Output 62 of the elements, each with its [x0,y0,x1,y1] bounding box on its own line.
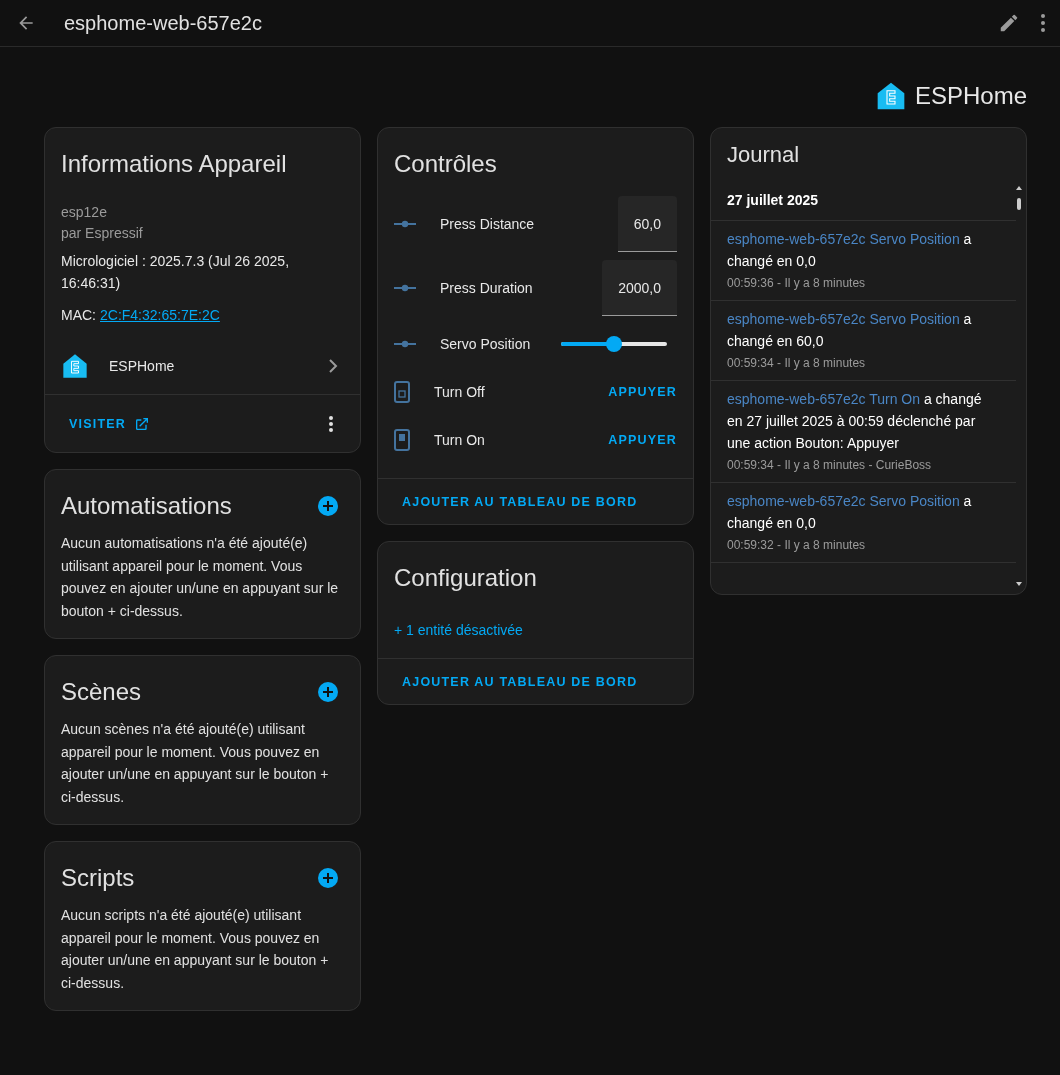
integration-logo-icon [61,352,89,380]
entry-text: esphome-web-657e2c Servo Position a changé en 0,0 [727,492,973,533]
entry-text: esphome-web-657e2c Servo Position a changé en 60,0 [727,310,973,351]
chevron-right-icon [328,359,338,373]
card-title: Journal [726,141,801,168]
card-title: Contrôles [393,149,498,178]
entry-text: esphome-web-657e2c Servo Position a changé en 0,0 [727,230,973,271]
model-text: esp12e [61,203,108,222]
add-to-dashboard-button[interactable]: AJOUTER AU TABLEAU DE BORD [394,668,646,695]
add-button[interactable] [318,868,338,888]
entry-text: esphome-web-657e2c Turn On a changé en 27 juillet 2025 à 00:59 déclenché par une action Bouton: Appuyer [727,390,983,453]
slider-track[interactable] [561,336,667,352]
card-title: Scripts [61,864,135,892]
mac-label: MAC: [61,306,96,325]
visit-button[interactable]: VISITER [61,409,159,438]
empty-message: Aucun scripts n'a été ajouté(e) utilisant appareil pour le moment. Vous pouvez en ajouter un/une en appuyant sur le bouton + ci-dessus. [60,906,330,993]
number-field[interactable]: 2000,0 [602,260,677,316]
entry-time: 00:59:34 - Il y a 8 minutes - CurieBoss [727,457,933,474]
entity-name: Turn On [434,432,486,448]
pencil-icon [998,12,1020,34]
entity-name: Press Distance [440,216,536,232]
add-to-dashboard-button[interactable]: AJOUTER AU TABLEAU DE BORD [394,488,646,515]
empty-message: Aucun automatisations n'a été ajouté(e) utilisant appareil pour le moment. Vous pouvez en ajouter un/une en appuyant sur le bouton + ci-dessus. [60,534,340,621]
plus-icon [318,682,338,702]
wall-switch-icon [394,381,410,403]
brand-name: ESPHome [914,82,1027,110]
press-button[interactable]: APPUYER [608,379,677,405]
page-title: esphome-web-657e2c [64,11,263,35]
slider-thumb[interactable] [606,336,622,352]
plus-icon [318,868,338,888]
wall-switch-icon [394,429,410,451]
add-button[interactable] [318,496,338,516]
external-link-icon [134,415,151,432]
card-title: Automatisations [61,492,232,520]
integration-item[interactable]: ESPHome [45,338,360,394]
entity-link[interactable]: esphome-web-657e2c Servo Position [727,231,960,247]
date-heading: 27 juillet 2025 [711,186,1016,221]
entity-name: Turn Off [434,384,486,400]
entity-name: Servo Position [440,336,532,352]
card-title: Informations Appareil [60,149,288,178]
slider-icon [394,340,416,348]
add-button[interactable] [318,682,338,702]
entry-time: 00:59:36 - Il y a 8 minutes [727,275,867,292]
card-title: Scènes [61,678,142,706]
manufacturer-text: par Espressif [61,224,144,243]
plus-icon [318,496,338,516]
card-title: Configuration [393,563,538,592]
number-field[interactable]: 60,0 [617,196,677,252]
firmware-text: Micrologiciel : 2025.7.3 (Jul 26 2025, 16:46:31) [61,252,291,293]
entity-name: Press Duration [440,280,534,296]
more-icon [328,414,334,433]
entity-link[interactable]: esphome-web-657e2c Servo Position [727,493,960,509]
more-icon [1040,13,1046,33]
mac-link[interactable]: 2C:F4:32:65:7E:2C [100,304,220,326]
entity-link[interactable]: esphome-web-657e2c Servo Position [727,311,960,327]
entity-link[interactable]: esphome-web-657e2c Turn On [727,391,920,407]
slider-icon [394,220,416,228]
empty-message: Aucun scènes n'a été ajouté(e) utilisant appareil pour le moment. Vous pouvez en ajouter un/une en appuyant sur le bouton + ci-dessus. [60,720,330,807]
press-button[interactable]: APPUYER [608,427,677,453]
slider-icon [394,284,416,292]
entry-time: 00:59:34 - Il y a 8 minutes [727,355,867,372]
entry-time: 00:59:32 - Il y a 8 minutes [727,537,867,554]
